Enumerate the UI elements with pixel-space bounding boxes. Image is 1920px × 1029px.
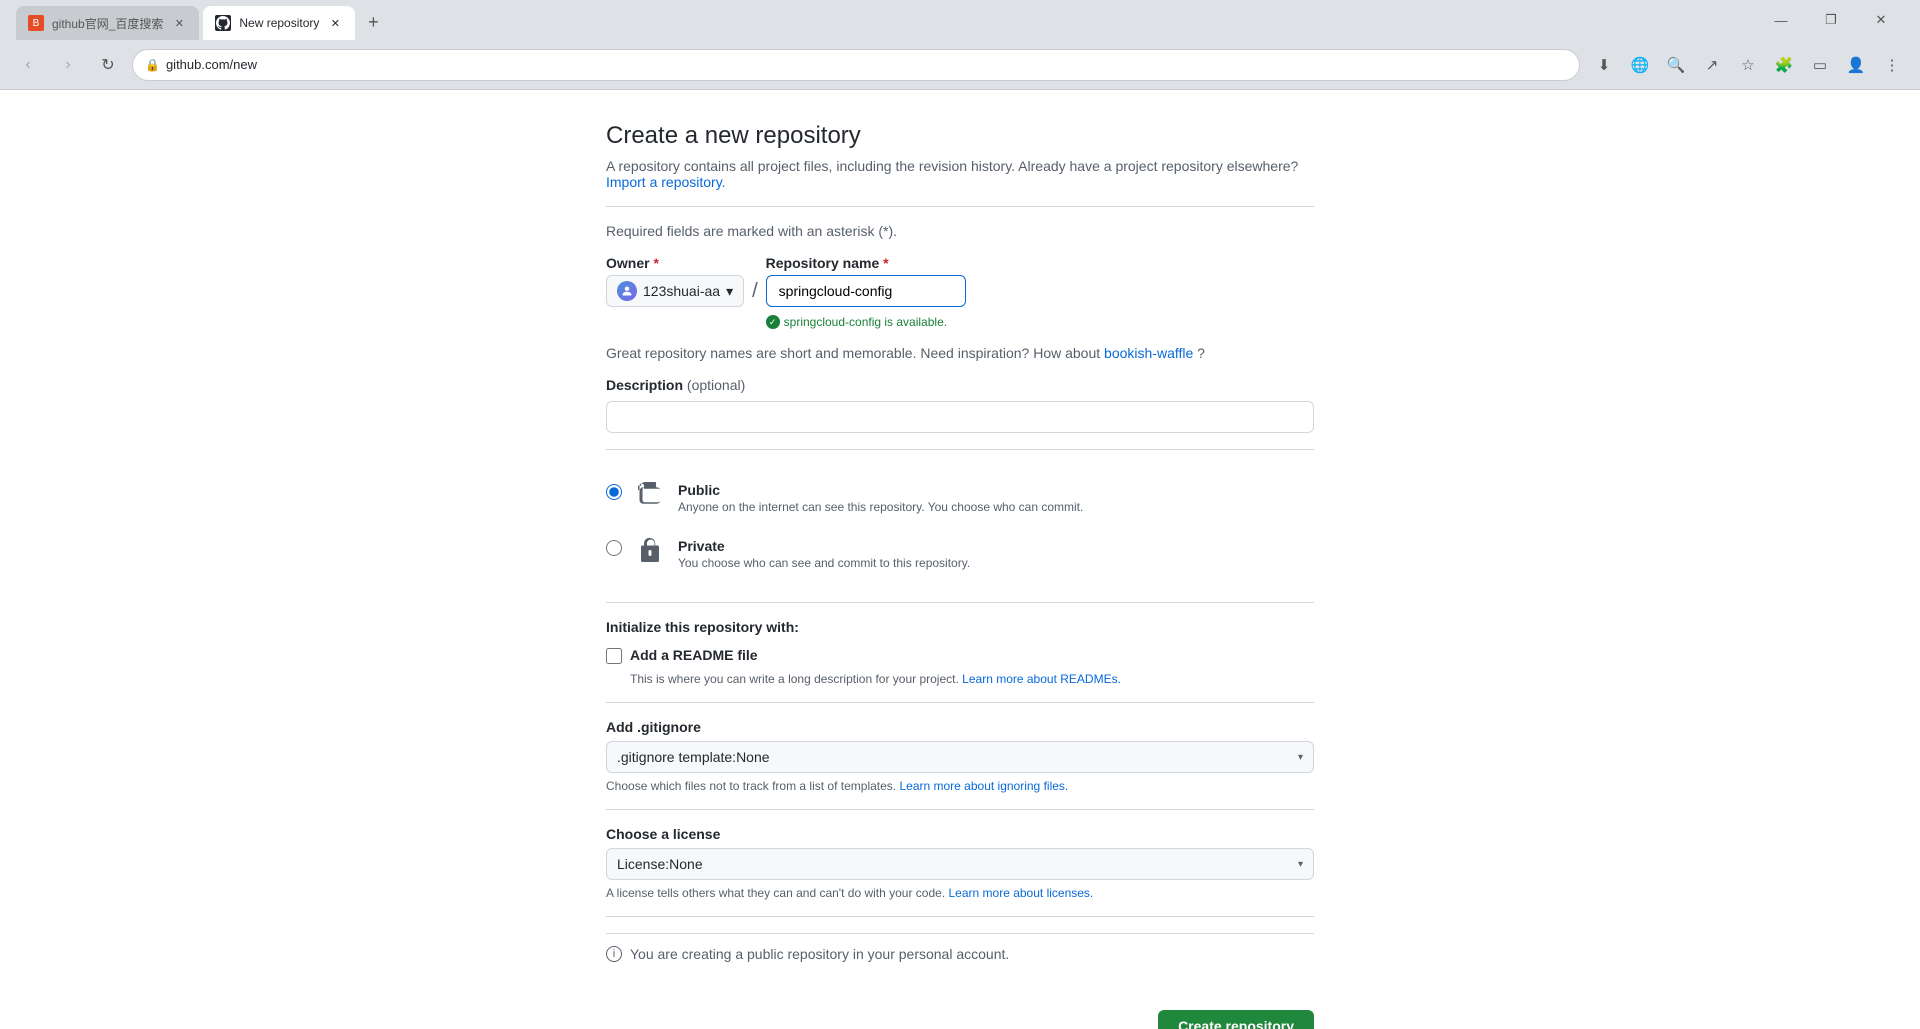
- description-label: Description (optional): [606, 377, 1314, 393]
- repo-name-label: Repository name *: [766, 255, 966, 271]
- gitignore-select[interactable]: .gitignore template:None ▾: [606, 741, 1314, 773]
- page-content: Create a new repository A repository con…: [0, 90, 1920, 1029]
- license-desc: A license tells others what they can and…: [606, 886, 1314, 900]
- public-content: Public Anyone on the internet can see th…: [678, 482, 1314, 514]
- divider-6: [606, 916, 1314, 917]
- owner-select[interactable]: 123shuai-aa ▾: [606, 275, 744, 307]
- public-radio[interactable]: [606, 484, 622, 500]
- create-repository-button[interactable]: Create repository: [1158, 1010, 1314, 1029]
- address-text: github.com/new: [166, 57, 257, 72]
- gitignore-value: .gitignore template:None: [617, 749, 770, 765]
- zoom-button[interactable]: 🔍: [1660, 49, 1692, 81]
- sidebar-button[interactable]: ▭: [1804, 49, 1836, 81]
- divider-2: [606, 449, 1314, 450]
- license-title: Choose a license: [606, 826, 1314, 842]
- private-desc: You choose who can see and commit to thi…: [678, 556, 1314, 570]
- description-input[interactable]: [606, 401, 1314, 433]
- tab-favicon-github: [215, 15, 231, 31]
- gitignore-caret: ▾: [1298, 752, 1303, 763]
- private-content: Private You choose who can see and commi…: [678, 538, 1314, 570]
- extensions-button[interactable]: 🧩: [1768, 49, 1800, 81]
- slash-separator: /: [752, 275, 758, 307]
- inspiration-link[interactable]: bookish-waffle: [1104, 345, 1193, 361]
- tab-label-baidu: github官网_百度搜索: [52, 15, 163, 32]
- subtitle-main: A repository contains all project files,…: [606, 158, 1298, 174]
- description-group: Description (optional): [606, 377, 1314, 433]
- repo-name-group: Repository name * ✓ springcloud-config i…: [766, 255, 966, 329]
- tab-close-baidu[interactable]: ✕: [171, 15, 187, 31]
- translate-button[interactable]: 🌐: [1624, 49, 1656, 81]
- tab-baidu[interactable]: B github官网_百度搜索 ✕: [16, 6, 199, 40]
- readme-content: Add a README file: [630, 647, 758, 663]
- repo-name-input[interactable]: [766, 275, 966, 307]
- new-tab-button[interactable]: +: [359, 8, 387, 36]
- initialize-title: Initialize this repository with:: [606, 619, 1314, 635]
- create-btn-row: Create repository: [606, 994, 1314, 1029]
- minimize-button[interactable]: —: [1758, 4, 1804, 36]
- public-option[interactable]: Public Anyone on the internet can see th…: [606, 470, 1314, 526]
- gitignore-section: Add .gitignore .gitignore template:None …: [606, 719, 1314, 793]
- divider-4: [606, 702, 1314, 703]
- lock-icon: 🔒: [145, 58, 160, 72]
- tab-close-github[interactable]: ✕: [327, 15, 343, 31]
- share-button[interactable]: ↗: [1696, 49, 1728, 81]
- available-message: ✓ springcloud-config is available.: [766, 315, 966, 329]
- readme-row: Add a README file: [606, 647, 1314, 664]
- private-title: Private: [678, 538, 1314, 554]
- maximize-button[interactable]: ❐: [1808, 4, 1854, 36]
- import-link[interactable]: Import a repository.: [606, 174, 726, 190]
- owner-group: Owner * 123shuai-aa ▾: [606, 255, 744, 307]
- inspiration-text: Great repository names are short and mem…: [606, 345, 1314, 361]
- public-desc: Anyone on the internet can see this repo…: [678, 500, 1314, 514]
- download-button[interactable]: ⬇: [1588, 49, 1620, 81]
- private-radio[interactable]: [606, 540, 622, 556]
- reload-button[interactable]: ↻: [92, 49, 124, 81]
- gitignore-learn-more[interactable]: Learn more about ignoring files.: [899, 779, 1068, 793]
- owner-repo-row: Owner * 123shuai-aa ▾ / Repository name …: [606, 255, 1314, 329]
- license-learn-more[interactable]: Learn more about licenses.: [949, 886, 1094, 900]
- public-icon: [634, 478, 666, 510]
- tab-label-github: New repository: [239, 16, 319, 30]
- tab-github[interactable]: New repository ✕: [203, 6, 355, 40]
- license-select[interactable]: License:None ▾: [606, 848, 1314, 880]
- private-icon: [634, 534, 666, 566]
- forward-button[interactable]: ›: [52, 49, 84, 81]
- owner-label: Owner *: [606, 255, 744, 271]
- info-icon: i: [606, 946, 622, 962]
- owner-avatar: [617, 281, 637, 301]
- visibility-section: Public Anyone on the internet can see th…: [606, 470, 1314, 582]
- close-button[interactable]: ✕: [1858, 4, 1904, 36]
- owner-caret: ▾: [726, 283, 733, 300]
- back-button[interactable]: ‹: [12, 49, 44, 81]
- divider-5: [606, 809, 1314, 810]
- readme-checkbox[interactable]: [606, 648, 622, 664]
- license-section: Choose a license License:None ▾ A licens…: [606, 826, 1314, 900]
- subtitle-text: A repository contains all project files,…: [606, 158, 1314, 190]
- divider-3: [606, 602, 1314, 603]
- divider-1: [606, 206, 1314, 207]
- owner-value: 123shuai-aa: [643, 283, 720, 299]
- tab-favicon-baidu: B: [28, 15, 44, 31]
- public-title: Public: [678, 482, 1314, 498]
- readme-desc: This is where you can write a long descr…: [630, 672, 1314, 686]
- bookmark-button[interactable]: ☆: [1732, 49, 1764, 81]
- info-text: You are creating a public repository in …: [630, 946, 1009, 962]
- gitignore-title: Add .gitignore: [606, 719, 1314, 735]
- info-box: i You are creating a public repository i…: [606, 933, 1314, 974]
- license-value: License:None: [617, 856, 703, 872]
- available-text: springcloud-config is available.: [784, 315, 947, 329]
- readme-learn-more[interactable]: Learn more about READMEs.: [962, 672, 1121, 686]
- page-title: Create a new repository: [606, 122, 1314, 150]
- check-icon: ✓: [766, 315, 780, 329]
- required-note: Required fields are marked with an aster…: [606, 223, 1314, 239]
- readme-label: Add a README file: [630, 647, 758, 663]
- initialize-section: Initialize this repository with: Add a R…: [606, 619, 1314, 686]
- private-option[interactable]: Private You choose who can see and commi…: [606, 526, 1314, 582]
- gitignore-desc: Choose which files not to track from a l…: [606, 779, 1314, 793]
- profile-button[interactable]: 👤: [1840, 49, 1872, 81]
- address-bar[interactable]: 🔒 github.com/new: [132, 49, 1580, 81]
- license-caret: ▾: [1298, 859, 1303, 870]
- menu-button[interactable]: ⋮: [1876, 49, 1908, 81]
